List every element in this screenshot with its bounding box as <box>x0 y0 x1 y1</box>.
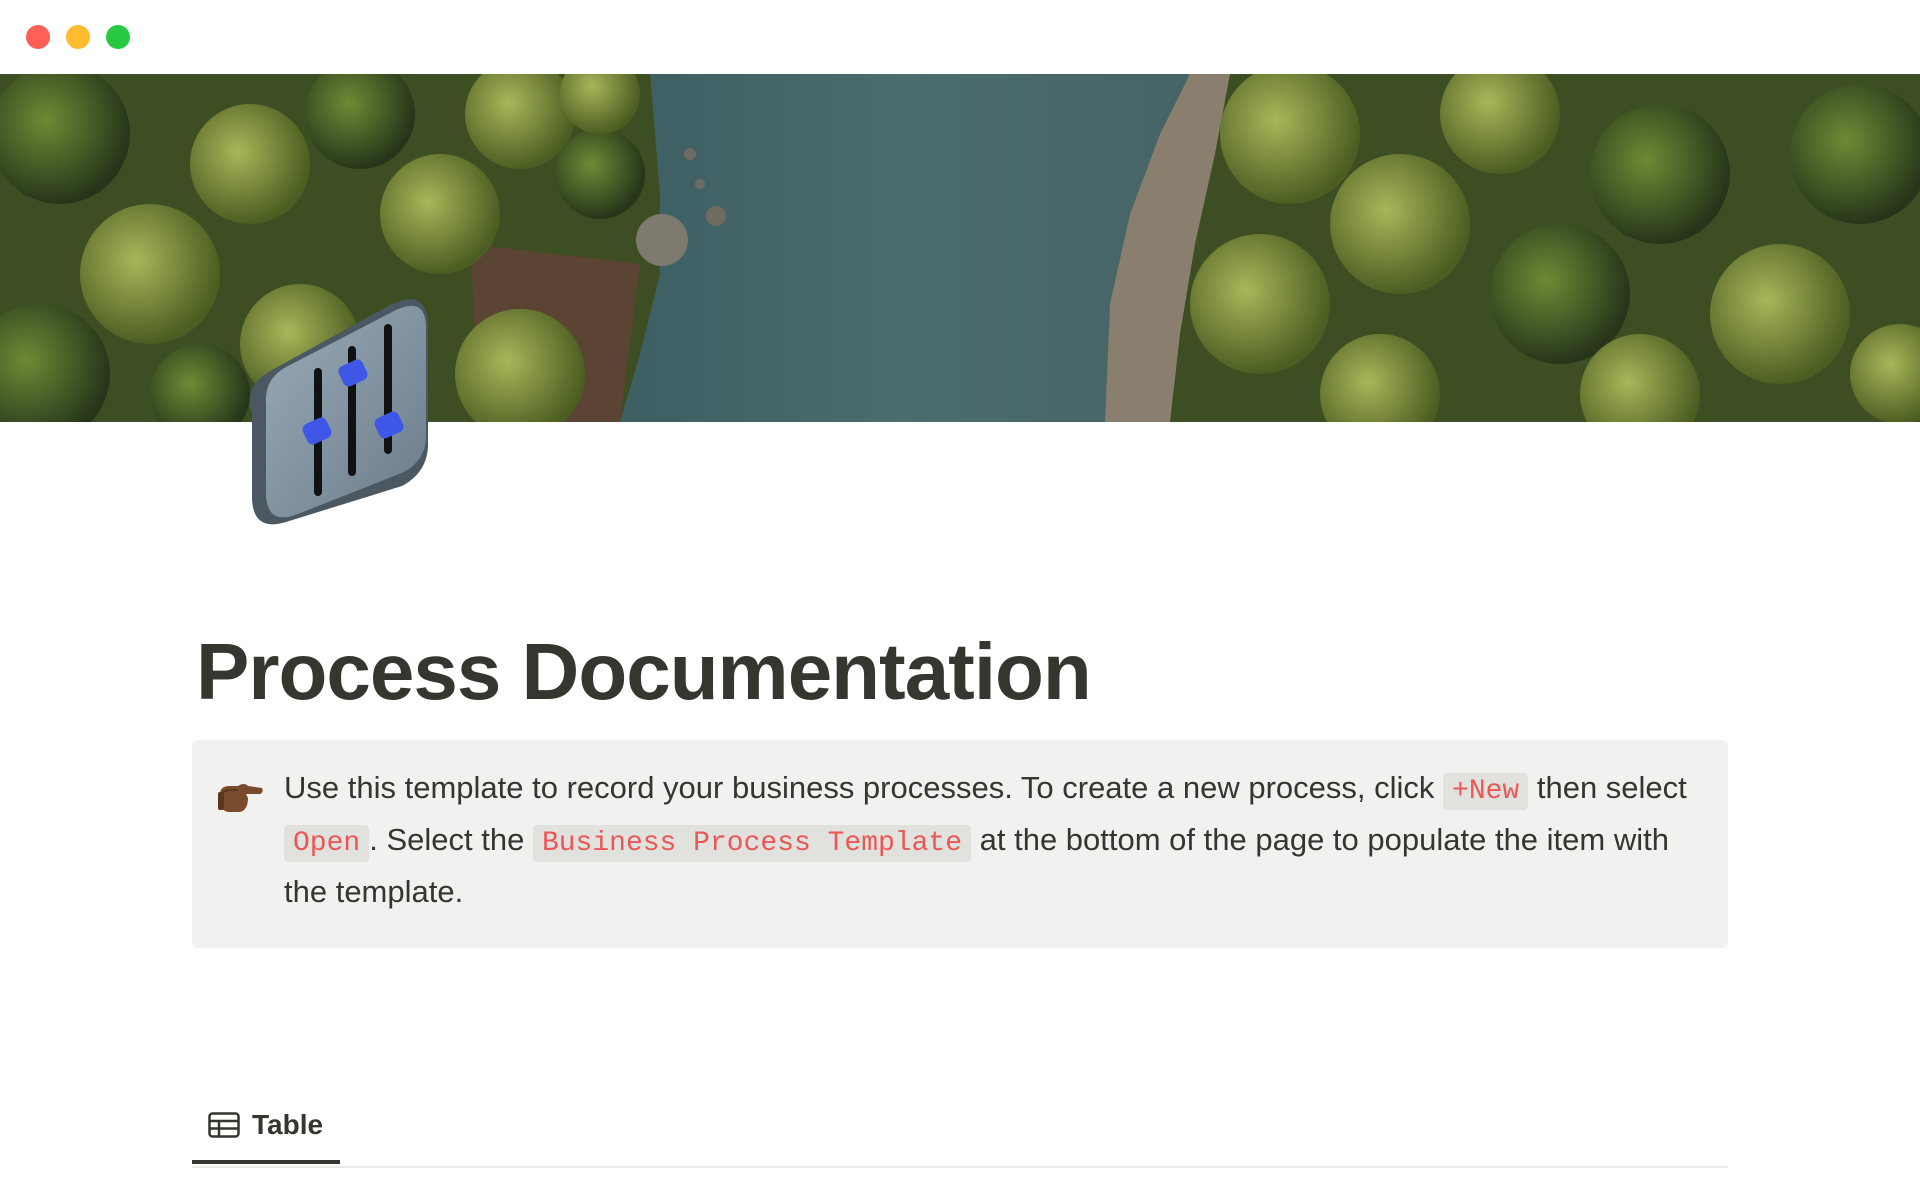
page-title: Process Documentation <box>196 627 1092 716</box>
zoom-button[interactable] <box>106 25 130 49</box>
inline-code-new: +New <box>1443 773 1529 810</box>
minimize-button[interactable] <box>66 25 90 49</box>
close-button[interactable] <box>26 25 50 49</box>
inline-code-open: Open <box>284 825 370 862</box>
inline-code-template: Business Process Template <box>532 825 972 862</box>
table-icon <box>208 1112 240 1138</box>
tab-table[interactable]: Table <box>192 1094 340 1164</box>
title-bar <box>0 0 1920 74</box>
callout-block: Use this template to record your busines… <box>192 740 1728 948</box>
callout-text: Use this template to record your busines… <box>284 764 1704 916</box>
callout-text-segment: then select <box>1528 770 1687 805</box>
sliders-icon[interactable] <box>242 274 438 534</box>
callout-text-segment: . Select the <box>369 822 533 857</box>
app-window: Process Documentation Use this template … <box>0 0 1920 1200</box>
tab-label: Table <box>252 1109 324 1140</box>
pointing-hand-icon <box>218 780 264 816</box>
database-views-bar: Table <box>192 1094 1728 1168</box>
callout-text-segment: Use this template to record your busines… <box>284 770 1444 805</box>
